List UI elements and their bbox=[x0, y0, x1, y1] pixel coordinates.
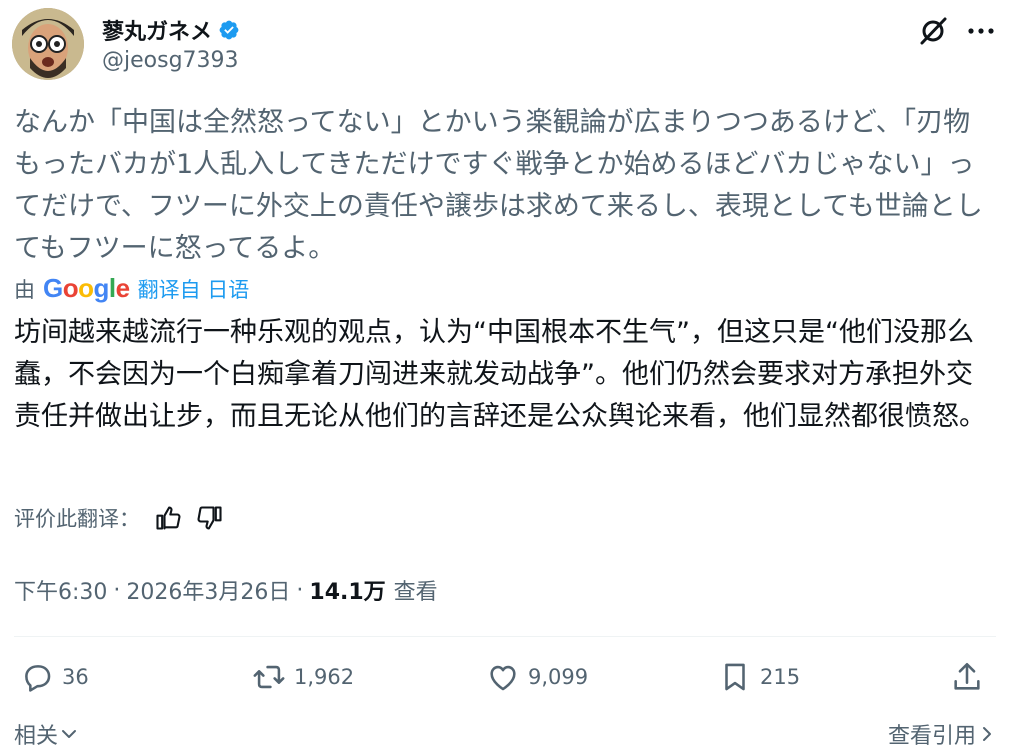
meta-separator: · bbox=[296, 577, 304, 603]
verified-badge-icon bbox=[219, 20, 239, 40]
share-icon bbox=[954, 662, 980, 690]
action-bar: 36 1,962 9,099 215 bbox=[14, 660, 996, 700]
meta-separator: · bbox=[113, 577, 121, 603]
bookmark-count: 215 bbox=[760, 665, 801, 689]
bookmark-icon bbox=[725, 663, 745, 691]
views-count: 14.1万 bbox=[309, 580, 386, 605]
author-name-row: 蓼丸ガネメ bbox=[102, 14, 240, 46]
rate-translation: 评价此翻译： bbox=[14, 503, 224, 533]
like-count: 9,099 bbox=[528, 665, 589, 689]
related-label: 相关 bbox=[14, 724, 59, 749]
repost-button[interactable]: 1,962 bbox=[252, 660, 354, 694]
view-quotes-label: 查看引用 bbox=[887, 724, 976, 749]
avatar[interactable] bbox=[12, 8, 84, 80]
post-meta: 下午6:30 · 2026年3月26日 · 14.1万 查看 bbox=[14, 574, 438, 606]
rate-translation-label: 评价此翻译： bbox=[14, 507, 140, 531]
translated-by-prefix: 由 bbox=[14, 277, 35, 302]
like-icon bbox=[490, 665, 516, 691]
reply-icon bbox=[25, 665, 51, 692]
views-label: 查看 bbox=[393, 580, 438, 605]
author-handle[interactable]: @jeosg7393 bbox=[102, 48, 239, 73]
translation-attribution: 由 Google 翻译自 日语 bbox=[14, 273, 249, 304]
chevron-down-icon bbox=[62, 730, 77, 738]
author-display-name[interactable]: 蓼丸ガネメ bbox=[102, 14, 212, 46]
grok-icon[interactable] bbox=[918, 16, 948, 46]
bookmark-button[interactable]: 215 bbox=[718, 660, 800, 694]
like-button[interactable]: 9,099 bbox=[486, 660, 588, 694]
repost-count: 1,962 bbox=[294, 665, 355, 689]
related-toggle[interactable]: 相关 bbox=[14, 718, 78, 750]
chevron-right-icon bbox=[983, 727, 991, 741]
thumbs-up-icon[interactable] bbox=[154, 504, 182, 532]
thumbs-down-icon[interactable] bbox=[196, 504, 224, 532]
original-post-text: なんか「中国は全然怒ってない」とかいう楽観論が広まりつつあるけど、「刃物もったバ… bbox=[14, 107, 983, 264]
post-header: 蓼丸ガネメ @jeosg7393 bbox=[12, 8, 1016, 80]
translated-post-text: 坊间越来越流行一种乐观的观点，认为“中国根本不生气”，但这只是“他们没那么蠢，不… bbox=[14, 317, 986, 432]
repost-icon bbox=[253, 665, 285, 689]
post-date[interactable]: 2026年3月26日 bbox=[126, 574, 290, 606]
more-icon[interactable] bbox=[964, 16, 998, 46]
translated-from-link[interactable]: 翻译自 日语 bbox=[138, 274, 250, 304]
reply-count: 36 bbox=[62, 665, 89, 689]
share-button[interactable] bbox=[950, 660, 992, 694]
reply-button[interactable]: 36 bbox=[20, 660, 89, 694]
google-logo: Google bbox=[43, 273, 130, 303]
divider bbox=[14, 636, 996, 637]
view-quotes-link[interactable]: 查看引用 bbox=[888, 718, 996, 750]
post-time[interactable]: 下午6:30 bbox=[14, 574, 107, 606]
